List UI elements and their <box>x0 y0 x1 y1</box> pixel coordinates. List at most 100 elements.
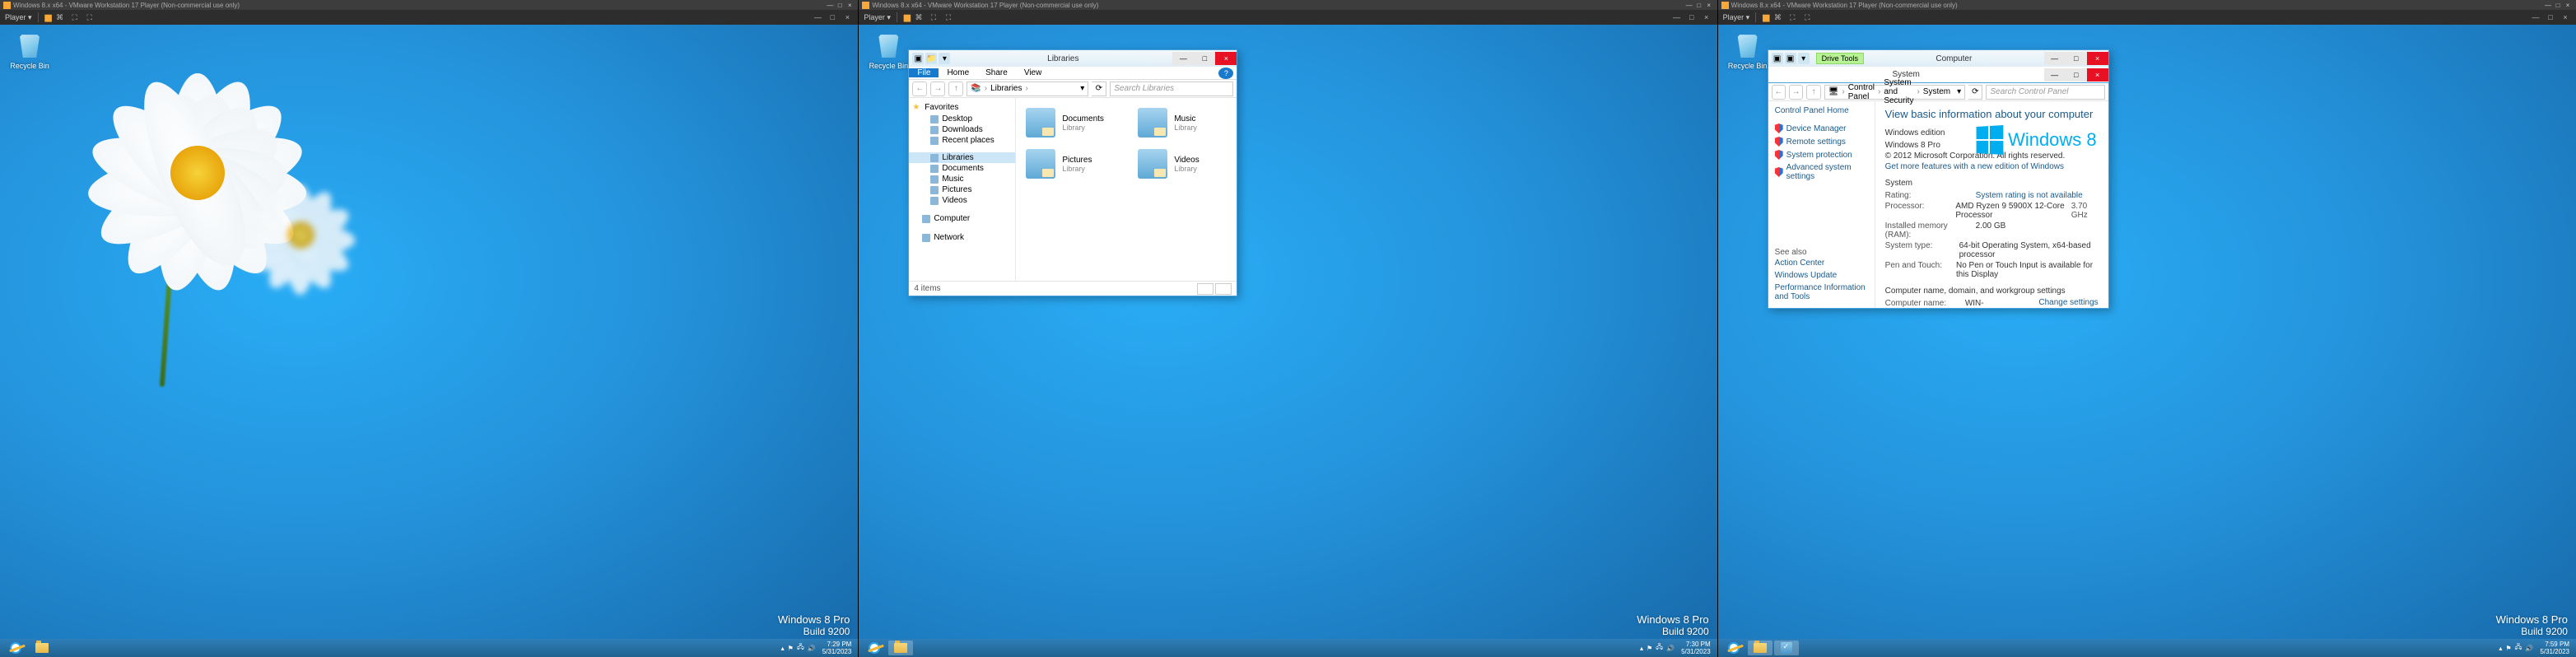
tab-home[interactable]: Home <box>939 68 977 77</box>
vmware-toolbar-right1-icon[interactable]: — <box>812 12 823 23</box>
link-action-center[interactable]: Action Center <box>1775 257 1868 269</box>
library-videos[interactable]: VideosLibrary <box>1134 146 1230 182</box>
taskbar-controlpanel[interactable] <box>1774 641 1799 655</box>
taskbar-explorer[interactable] <box>888 641 913 655</box>
nav-recent[interactable]: Recent places <box>909 135 1015 146</box>
window-max[interactable]: □ <box>2066 52 2087 65</box>
taskbar[interactable]: ▴ ⚑ 🖧 🔊 7:59 PM5/31/2023 <box>1718 639 2576 657</box>
pause-icon[interactable]: ▮▮ <box>44 12 51 23</box>
help-icon[interactable]: ? <box>1218 68 1233 79</box>
address-bar[interactable]: 🖥› Control Panel› System and Security› S… <box>1824 85 1965 100</box>
nav-network[interactable]: Network <box>909 231 1015 244</box>
taskbar-ie[interactable] <box>862 641 887 655</box>
vmware-min[interactable]: — <box>825 2 835 9</box>
pause-icon[interactable]: ▮▮ <box>903 12 910 23</box>
cp-home[interactable]: Control Panel Home <box>1775 106 1868 115</box>
vmware-min[interactable]: — <box>2543 2 2553 9</box>
taskbar-ie[interactable] <box>1721 641 1746 655</box>
nav-up[interactable]: ↑ <box>948 82 963 96</box>
nav-up[interactable]: ↑ <box>1806 85 1820 100</box>
view-large-icon[interactable] <box>1215 283 1232 295</box>
unity-icon[interactable]: ⛶ <box>928 12 939 23</box>
vmware-min[interactable]: — <box>1684 2 1694 9</box>
nav-desktop[interactable]: Desktop <box>909 114 1015 124</box>
crumb-cp[interactable]: Control Panel <box>1848 83 1875 101</box>
search-input[interactable]: Search Libraries <box>1110 82 1233 96</box>
refresh-icon[interactable]: ⟳ <box>1092 82 1106 96</box>
window-max[interactable]: □ <box>1194 52 1215 65</box>
nav-downloads[interactable]: Downloads <box>909 124 1015 135</box>
qat-newfolder-icon[interactable]: 📁 <box>925 53 937 64</box>
rating-link[interactable]: System rating is not available <box>1976 191 2083 200</box>
change-settings-link[interactable]: Change settings <box>2029 298 2098 307</box>
fullscreen-icon[interactable]: ⛶ <box>1801 12 1813 23</box>
flag-icon[interactable]: ⚑ <box>1647 645 1652 652</box>
nav-pane[interactable]: Favorites Desktop Downloads Recent place… <box>909 98 1016 281</box>
refresh-icon[interactable]: ⟳ <box>1968 85 1982 100</box>
tray-chevron-icon[interactable]: ▴ <box>1640 645 1643 652</box>
link-remote[interactable]: Remote settings <box>1775 135 1868 148</box>
player-menu[interactable]: Player ▾ <box>5 13 32 22</box>
vmware-toolbar-right2-icon[interactable]: □ <box>827 12 838 23</box>
tab-share[interactable]: Share <box>977 68 1016 77</box>
nav-documents[interactable]: Documents <box>909 163 1015 174</box>
fullscreen-icon[interactable]: ⛶ <box>943 12 954 23</box>
link-advanced[interactable]: Advanced system settings <box>1775 161 1868 183</box>
vmware-toolbar-right1-icon[interactable]: — <box>2530 12 2541 23</box>
crumb-sys[interactable]: System <box>1923 87 1950 96</box>
link-protection[interactable]: System protection <box>1775 148 1868 161</box>
taskbar[interactable]: ▴ ⚑ 🖧 🔊 7:30 PM5/31/2023 <box>859 639 1717 657</box>
vmware-toolbar-right3-icon[interactable]: × <box>2560 12 2571 23</box>
clock[interactable]: 7:29 PM5/31/2023 <box>819 641 855 655</box>
tray-chevron-icon[interactable]: ▴ <box>2499 645 2502 652</box>
vmware-max[interactable]: □ <box>1694 2 1704 9</box>
player-menu[interactable]: Player ▾ <box>864 13 891 22</box>
addr-dropdown-icon[interactable]: ▾ <box>1080 84 1084 93</box>
vmware-max[interactable]: □ <box>835 2 845 9</box>
window-min[interactable]: — <box>2044 52 2066 65</box>
window-min[interactable]: — <box>1172 52 1194 65</box>
vmware-close[interactable]: × <box>2563 2 2573 9</box>
nav-libraries[interactable]: Libraries <box>909 152 1015 163</box>
pause-icon[interactable]: ▮▮ <box>1762 12 1768 23</box>
taskbar-explorer[interactable] <box>30 641 54 655</box>
qat-icon2[interactable]: ▣ <box>1785 53 1796 64</box>
link-device-manager[interactable]: Device Manager <box>1775 122 1868 135</box>
nav-back[interactable]: ← <box>1772 85 1786 100</box>
system-tray[interactable]: ▴ ⚑ 🖧 🔊 7:30 PM5/31/2023 <box>1640 641 1714 655</box>
nav-favorites[interactable]: Favorites <box>909 101 1015 114</box>
tray-chevron-icon[interactable]: ▴ <box>781 645 785 652</box>
window-close[interactable]: × <box>2087 52 2108 65</box>
clock[interactable]: 7:30 PM5/31/2023 <box>1678 641 1714 655</box>
system-window[interactable]: ▣ ▣ ▾ Drive Tools Computer — □ × System … <box>1768 49 2109 309</box>
inner-max[interactable]: □ <box>2066 68 2087 82</box>
inner-close[interactable]: × <box>2087 68 2108 82</box>
nav-videos[interactable]: Videos <box>909 195 1015 206</box>
player-menu[interactable]: Player ▾ <box>1723 13 1750 22</box>
link-perf-info[interactable]: Performance Information and Tools <box>1775 282 1868 303</box>
address-bar[interactable]: 📚 › Libraries › ▾ <box>967 82 1088 96</box>
vmware-toolbar-right1-icon[interactable]: — <box>1671 12 1683 23</box>
qat-icon[interactable]: ▣ <box>1772 53 1783 64</box>
unity-icon[interactable]: ⛶ <box>69 12 81 23</box>
qat-dropdown-icon[interactable]: ▾ <box>1798 53 1810 64</box>
network-icon[interactable]: 🖧 <box>797 642 804 654</box>
system-tray[interactable]: ▴ ⚑ 🖧 🔊 7:59 PM5/31/2023 <box>2499 641 2573 655</box>
vmware-close[interactable]: × <box>1704 2 1714 9</box>
recycle-bin[interactable]: Recycle Bin <box>7 31 53 70</box>
system-tray[interactable]: ▴ ⚑ 🖧 🔊 7:29 PM5/31/2023 <box>781 641 855 655</box>
vmware-toolbar-right2-icon[interactable]: □ <box>1686 12 1698 23</box>
nav-computer[interactable]: Computer <box>909 212 1015 225</box>
network-icon[interactable]: 🖧 <box>1656 642 1663 654</box>
qat-properties-icon[interactable]: ▣ <box>912 53 924 64</box>
taskbar[interactable]: ▴ ⚑ 🖧 🔊 7:29 PM5/31/2023 <box>0 639 858 657</box>
inner-min[interactable]: — <box>2044 68 2066 82</box>
send-ctrl-alt-del-icon[interactable]: ⌘ <box>913 12 925 23</box>
breadcrumb[interactable]: Libraries <box>990 84 1022 93</box>
vmware-close[interactable]: × <box>845 2 855 9</box>
search-input[interactable]: Search Control Panel <box>1986 85 2104 100</box>
vmware-max[interactable]: □ <box>2553 2 2563 9</box>
library-documents[interactable]: DocumentsLibrary <box>1022 105 1118 141</box>
library-pictures[interactable]: PicturesLibrary <box>1022 146 1118 182</box>
vmware-toolbar-right3-icon[interactable]: × <box>1701 12 1712 23</box>
